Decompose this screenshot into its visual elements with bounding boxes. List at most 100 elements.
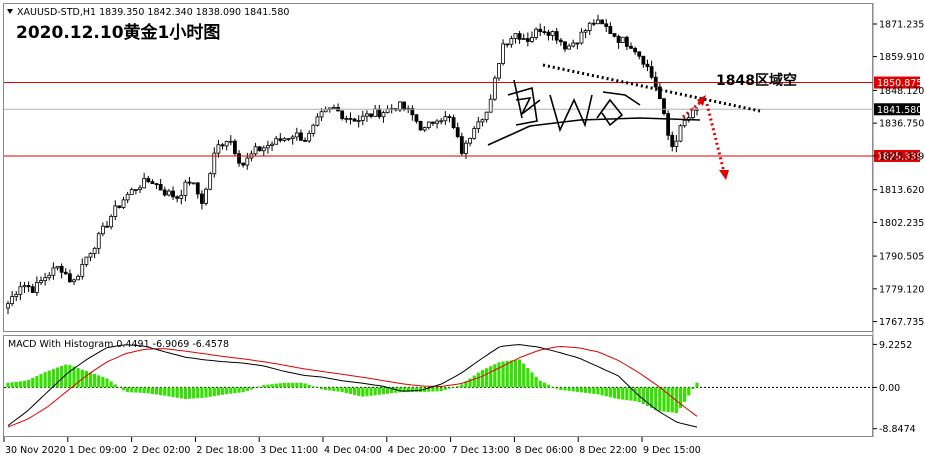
macd-histogram-bar: [237, 387, 241, 393]
candle-body: [674, 140, 679, 147]
candle-body: [150, 181, 155, 185]
candle-body: [600, 19, 605, 25]
candle-body: [26, 285, 31, 288]
candle-body: [158, 183, 163, 191]
candle-body: [352, 118, 357, 122]
macd-histogram-bar: [68, 365, 72, 388]
candle-body: [191, 182, 196, 185]
candle-body: [125, 193, 130, 201]
macd-histogram-bar: [134, 387, 138, 393]
macd-histogram-bar: [55, 367, 60, 388]
candle-body: [208, 173, 213, 190]
candle-body: [237, 153, 241, 164]
macd-histogram-bar: [311, 386, 315, 388]
macd-histogram-bar: [121, 387, 126, 391]
price-tick-label: 1790.505: [879, 252, 924, 263]
macd-histogram-bar: [196, 387, 200, 399]
candle-body: [505, 43, 510, 46]
candle-body: [261, 147, 266, 152]
macd-histogram-bar: [39, 374, 43, 388]
macd-histogram-bar: [398, 387, 402, 393]
candle-body: [162, 189, 167, 196]
candle-body: [488, 98, 493, 113]
time-tick-label: 2 Dec 18:00: [196, 445, 254, 456]
macd-histogram-bar: [163, 387, 167, 396]
macd-histogram-bar: [319, 387, 324, 390]
candle-body: [30, 286, 35, 293]
macd-histogram-bar: [101, 376, 105, 388]
candle-body: [554, 31, 559, 41]
candle-body: [92, 247, 97, 254]
macd-histogram-bar: [6, 382, 10, 388]
price-tick-label: 1779.120: [879, 284, 924, 295]
candle-body: [678, 125, 683, 142]
macd-histogram-bar: [315, 387, 320, 388]
macd-histogram-bar: [88, 372, 93, 388]
time-tick-label: 8 Dec 06:00: [515, 445, 573, 456]
macd-histogram-bar: [625, 387, 629, 401]
macd-histogram-bar: [509, 360, 513, 388]
candle-body: [22, 285, 27, 288]
annotation-label: 1848区域空: [716, 72, 797, 89]
candle-body: [637, 51, 642, 57]
price-tick-label: 1871.235: [879, 20, 924, 31]
candle-body: [270, 143, 274, 146]
candle-body: [315, 116, 320, 126]
macd-tick-label: 9.2252: [879, 340, 912, 351]
macd-histogram-bar: [93, 373, 97, 388]
macd-histogram-bar: [27, 379, 31, 388]
macd-histogram-bar: [159, 387, 163, 396]
candle-body: [204, 188, 208, 204]
candle-body: [645, 63, 650, 68]
candle-body: [587, 22, 592, 31]
macd-histogram-bar: [530, 372, 534, 388]
candle-body: [373, 108, 378, 117]
candle-body: [398, 101, 402, 111]
candle-body: [47, 274, 52, 279]
candle-body: [67, 273, 72, 283]
macd-histogram-bar: [550, 386, 555, 388]
macd-histogram-bar: [60, 366, 64, 388]
macd-histogram-bar: [526, 367, 530, 388]
macd-histogram-bar: [472, 375, 476, 388]
macd-histogram-bar: [439, 387, 443, 392]
macd-histogram-bar: [183, 387, 188, 400]
candle-body: [183, 181, 188, 196]
candle-body: [332, 106, 336, 109]
candle-body: [418, 120, 423, 131]
candle-body: [608, 26, 613, 34]
candle-body: [245, 157, 250, 166]
candle-body: [422, 127, 427, 131]
macd-histogram-bar: [563, 387, 567, 391]
candle-body: [348, 117, 353, 120]
macd-histogram-bar: [385, 387, 390, 394]
candle-body: [200, 193, 204, 204]
candle-body: [100, 225, 105, 235]
macd-histogram-bar: [493, 364, 497, 388]
candle-body: [167, 190, 171, 196]
macd-histogram-bar: [117, 387, 121, 388]
macd-histogram-bar: [307, 384, 311, 388]
macd-histogram-bar: [35, 376, 39, 388]
candle-body: [439, 120, 444, 123]
macd-histogram-bar: [31, 378, 35, 388]
macd-histogram-bar: [571, 387, 575, 392]
candle-body: [105, 225, 109, 228]
macd-histogram-bar: [138, 387, 142, 393]
macd-histogram-bar: [303, 383, 307, 388]
candle-body: [455, 127, 460, 138]
candle-body: [228, 140, 233, 143]
macd-histogram-bar: [270, 384, 274, 388]
candle-body: [497, 63, 501, 79]
macd-histogram-bar: [200, 387, 204, 398]
macd-histogram-bar: [10, 382, 14, 388]
candle-body: [88, 253, 93, 258]
candle-body: [426, 121, 431, 128]
candle-body: [307, 132, 312, 142]
macd-histogram-bar: [641, 387, 645, 404]
macd-histogram-bar: [291, 382, 295, 388]
macd-histogram-bar: [233, 387, 237, 394]
macd-histogram-bar: [460, 384, 464, 388]
macd-histogram-bar: [249, 387, 254, 390]
candle-body: [624, 36, 629, 47]
